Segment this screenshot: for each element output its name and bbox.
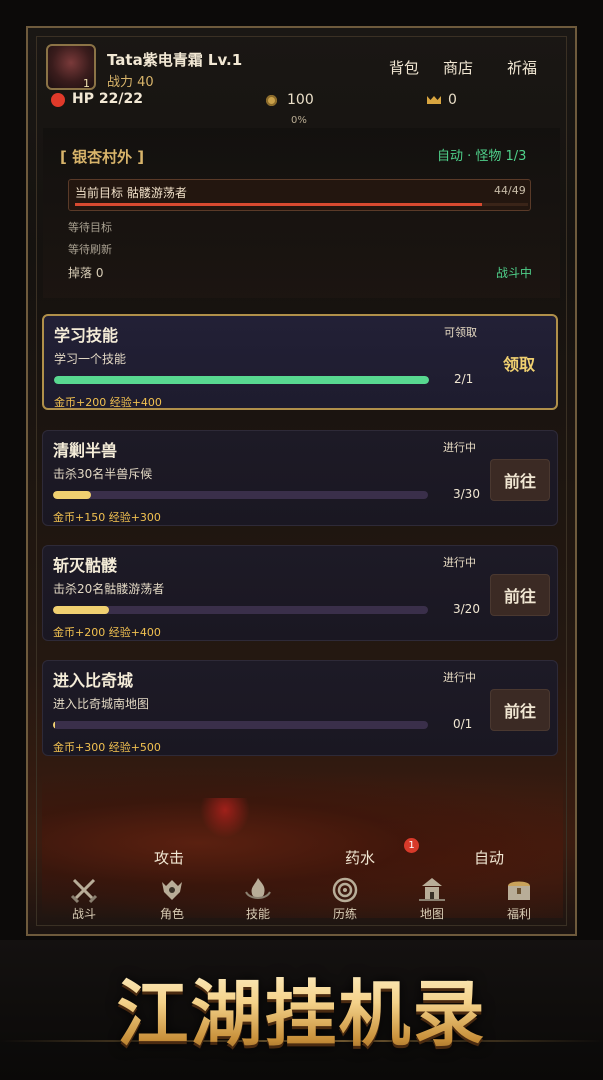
tab-welfare[interactable]: 福利 xyxy=(489,876,549,922)
quest-count: 2/1 xyxy=(454,372,474,386)
tab-label: 历练 xyxy=(332,907,357,921)
tab-character[interactable]: 角色 xyxy=(142,876,202,922)
tab-training[interactable]: 历练 xyxy=(315,876,375,922)
waiting-target: 等待目标 xyxy=(68,221,112,234)
quest-reward: 金币+200 经验+400 xyxy=(54,396,162,409)
quest-desc: 学习一个技能 xyxy=(54,352,127,366)
quest-card: 进入比奇城 进行中 进入比奇城南地图 0/1 金币+300 经验+500 前往 xyxy=(42,660,558,756)
tab-skill[interactable]: 技能 xyxy=(228,876,288,922)
quest-progress-fill xyxy=(53,606,110,614)
map-building-icon xyxy=(419,878,445,901)
player-figure xyxy=(200,798,250,838)
quest-progress-fill xyxy=(53,721,56,729)
avatar[interactable]: 1 xyxy=(46,44,96,90)
location-name[interactable]: [ 银杏村外 ] xyxy=(60,146,144,167)
potion-button[interactable]: 药水 xyxy=(345,847,375,868)
treasure-chest-icon xyxy=(508,881,530,900)
goto-button[interactable]: 前往 xyxy=(490,459,550,501)
avatar-level: 1 xyxy=(83,77,90,90)
quest-progress-bar xyxy=(53,606,428,614)
bag-button[interactable]: 背包 xyxy=(389,57,419,78)
swirl-icon xyxy=(332,877,358,903)
gem-value: 0 xyxy=(448,92,457,108)
quest-count: 3/30 xyxy=(453,487,480,501)
quest-progress-fill xyxy=(54,376,429,384)
quest-reward: 金币+300 经验+500 xyxy=(53,741,161,754)
crossed-swords-icon xyxy=(70,878,98,904)
quest-count: 0/1 xyxy=(453,717,473,731)
quest-state: 进行中 xyxy=(443,441,476,454)
quest-desc: 击杀20名骷髅游荡者 xyxy=(53,582,165,596)
quest-title: 学习技能 xyxy=(54,326,119,345)
quest-desc: 进入比奇城南地图 xyxy=(53,697,150,711)
waiting-refresh: 等待刷新 xyxy=(68,243,112,256)
attack-button[interactable]: 攻击 xyxy=(154,847,184,868)
pray-button[interactable]: 祈福 xyxy=(507,57,537,78)
quest-reward: 金币+200 经验+400 xyxy=(53,626,161,639)
banner-title: 江湖挂机录 xyxy=(0,955,603,1060)
goto-button[interactable]: 前往 xyxy=(490,574,550,616)
target-hp: 44/49 xyxy=(494,184,526,197)
target-hp-bar xyxy=(75,203,528,206)
quest-progress-fill xyxy=(53,491,91,499)
quest-state: 进行中 xyxy=(443,671,476,684)
coin-value: 100 xyxy=(287,92,314,108)
tab-battle[interactable]: 战斗 xyxy=(54,876,114,922)
quest-progress-bar xyxy=(53,491,428,499)
tab-label: 角色 xyxy=(159,907,184,921)
quest-title: 进入比奇城 xyxy=(53,671,134,690)
skill-flame-icon xyxy=(245,878,271,899)
quest-reward: 金币+150 经验+300 xyxy=(53,511,161,524)
quest-progress-bar xyxy=(53,721,428,729)
player-name-level: Tata紫电青霜 Lv.1 xyxy=(107,51,243,69)
auto-button[interactable]: 自动 xyxy=(474,847,504,868)
tab-label: 技能 xyxy=(245,907,270,921)
claim-button[interactable]: 领取 xyxy=(489,342,549,384)
quest-title: 清剿半兽 xyxy=(53,441,118,460)
tab-map[interactable]: 地图 xyxy=(402,876,462,922)
quest-card: 学习技能 可领取 学习一个技能 2/1 金币+200 经验+400 领取 xyxy=(42,314,558,410)
tab-label: 战斗 xyxy=(71,907,96,921)
quest-card: 清剿半兽 进行中 击杀30名半兽斥候 3/30 金币+150 经验+300 前往 xyxy=(42,430,558,526)
hp-icon xyxy=(51,93,65,107)
combat-power: 战力 40 xyxy=(107,75,154,90)
tab-label: 地图 xyxy=(419,907,444,921)
shop-button[interactable]: 商店 xyxy=(443,57,473,78)
target-label: 当前目标 骷髅游荡者 xyxy=(75,186,187,200)
quest-title: 斩灭骷髅 xyxy=(53,556,118,575)
battle-status: 自动 · 怪物 1/3 xyxy=(437,149,527,164)
quest-progress-bar xyxy=(54,376,429,384)
character-icon xyxy=(162,880,182,900)
goto-button[interactable]: 前往 xyxy=(490,689,550,731)
quest-card: 斩灭骷髅 进行中 击杀20名骷髅游荡者 3/20 金币+200 经验+400 前… xyxy=(42,545,558,641)
quest-count: 3/20 xyxy=(453,602,480,616)
tab-label: 福利 xyxy=(506,907,531,921)
battlefield-background xyxy=(42,768,563,918)
target-hp-fill xyxy=(75,203,482,206)
coin-icon xyxy=(266,95,277,106)
quest-desc: 击杀30名半兽斥候 xyxy=(53,467,153,481)
combat-state: 战斗中 xyxy=(496,266,533,280)
quest-state: 可领取 xyxy=(444,326,477,339)
hp-value: HP 22/22 xyxy=(72,91,143,107)
xp-percent: 0% xyxy=(291,115,307,126)
quest-state: 进行中 xyxy=(443,556,476,569)
potion-badge: 1 xyxy=(404,838,419,853)
drops-count: 掉落 0 xyxy=(68,266,104,280)
